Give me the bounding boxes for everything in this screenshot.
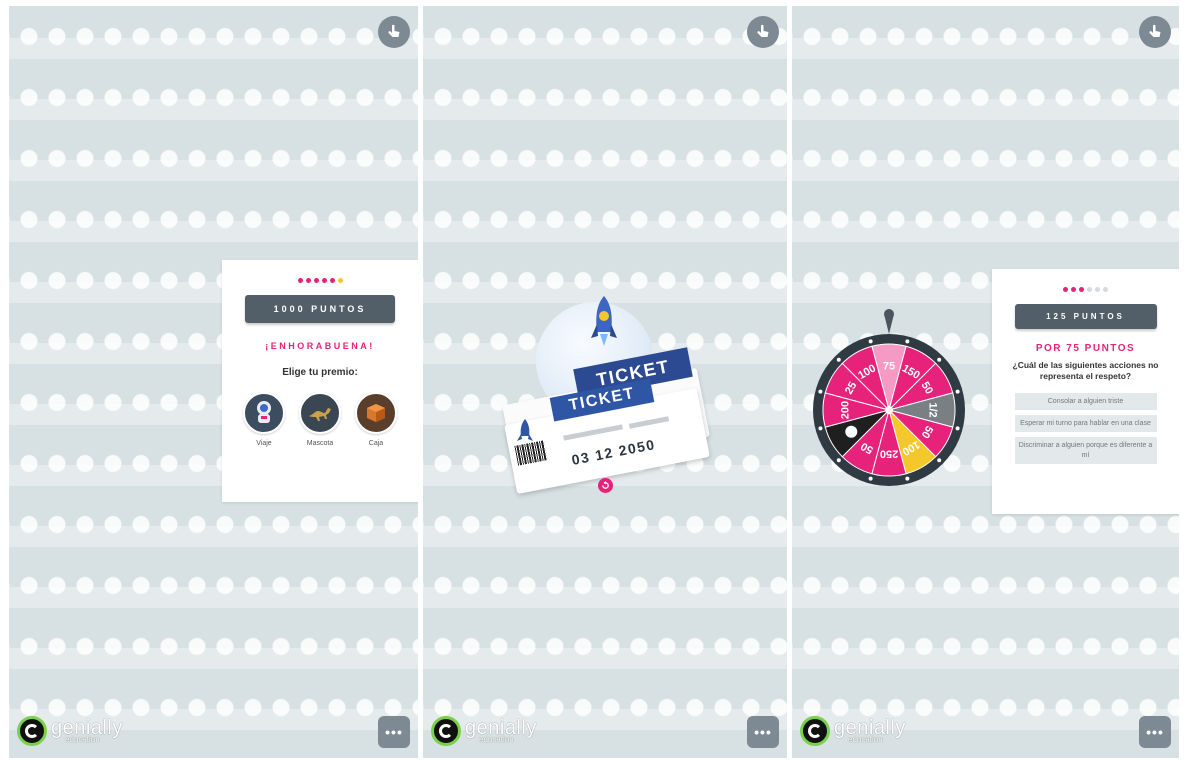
wheel-bulb: [937, 458, 942, 463]
wheel-value-label: 1/2: [927, 402, 939, 417]
prize-option-caja[interactable]: Caja: [355, 392, 397, 447]
prize-options: Viaje Mascota Caja: [243, 392, 397, 447]
prize-card: 1000 PUNTOS ¡ENHORABUENA! Elige tu premi…: [222, 260, 418, 502]
replay-icon: [602, 481, 609, 489]
wheel-value-label: 250: [880, 448, 898, 460]
more-options-button[interactable]: •••: [1139, 716, 1171, 748]
prize-wheel[interactable]: 75 150 50 1/2 50 100 250 50 200 25 100: [809, 300, 969, 492]
screen-question: 75 150 50 1/2 50 100 250 50 200 25 100 125 PUNTOS …: [792, 6, 1179, 758]
prize-label: Mascota: [306, 440, 334, 447]
rocket-icon: [591, 296, 617, 346]
prize-label: Viaje: [256, 440, 272, 447]
prize-label: Caja: [368, 440, 384, 447]
skull-icon: [845, 425, 858, 438]
wheel-bulb: [905, 476, 910, 481]
replay-button[interactable]: [598, 478, 613, 493]
more-options-button[interactable]: •••: [378, 716, 410, 748]
box-icon[interactable]: [355, 392, 397, 434]
progress-dots: [297, 278, 343, 283]
answer-option[interactable]: Consolar a alguien triste: [1014, 393, 1157, 411]
choose-prize-prompt: Elige tu premio:: [282, 367, 358, 378]
points-display: 1000 PUNTOS: [245, 295, 395, 323]
wheel-bulb: [818, 426, 823, 431]
answer-option[interactable]: Discriminar a alguien porque es diferent…: [1014, 437, 1157, 464]
genially-logo[interactable]: genially education: [17, 716, 123, 746]
wheel-bulb: [955, 389, 960, 394]
astronaut-icon[interactable]: [243, 392, 285, 434]
wheel-bulb: [818, 389, 823, 394]
prize-option-mascota[interactable]: Mascota: [299, 392, 341, 447]
points-display: 125 PUNTOS: [1014, 304, 1157, 329]
wheel-bulb: [955, 426, 960, 431]
wheel-value-label: 200: [839, 401, 851, 419]
question-heading: POR 75 PUNTOS: [1035, 343, 1136, 354]
congrats-heading: ¡ENHORABUENA!: [265, 341, 375, 351]
prize-option-viaje[interactable]: Viaje: [243, 392, 285, 447]
progress-dots: [1063, 287, 1108, 292]
wheel-bulb: [937, 357, 942, 362]
wheel-bulb: [905, 339, 910, 344]
wheel-bulb: [868, 339, 873, 344]
wheel-hub: [885, 406, 893, 414]
dinosaur-icon[interactable]: [299, 392, 341, 434]
answer-options: Consolar a alguien triste Esperar mi tur…: [1014, 393, 1157, 464]
wheel-bulb: [868, 476, 873, 481]
genially-logo-icon: [800, 716, 830, 746]
more-options-button[interactable]: •••: [747, 716, 779, 748]
genially-logo-icon: [431, 716, 461, 746]
answer-option[interactable]: Esperar mi turno para hablar en una clas…: [1014, 415, 1157, 433]
wheel-bulb: [836, 458, 841, 463]
small-rocket-icon: [517, 419, 533, 441]
wheel-value-label: 75: [883, 360, 895, 372]
genially-logo[interactable]: genially education: [431, 716, 537, 746]
screen-prize-selection: 1000 PUNTOS ¡ENHORABUENA! Elige tu premi…: [9, 6, 418, 758]
pointer-hand-icon[interactable]: [747, 16, 779, 48]
screen-ticket: TICKET 0 TICKET 03 12 2050 genially educ…: [423, 6, 787, 758]
question-card: 125 PUNTOS POR 75 PUNTOS ¿Cuál de las si…: [992, 269, 1179, 514]
wheel-bulb: [836, 357, 841, 362]
pointer-hand-icon[interactable]: [1139, 16, 1171, 48]
question-text: ¿Cuál de las siguientes acciones no repr…: [1012, 360, 1159, 381]
pointer-hand-icon[interactable]: [378, 16, 410, 48]
genially-logo-icon: [17, 716, 47, 746]
wheel-pointer-cap: [884, 309, 894, 319]
genially-logo[interactable]: genially education: [800, 716, 906, 746]
